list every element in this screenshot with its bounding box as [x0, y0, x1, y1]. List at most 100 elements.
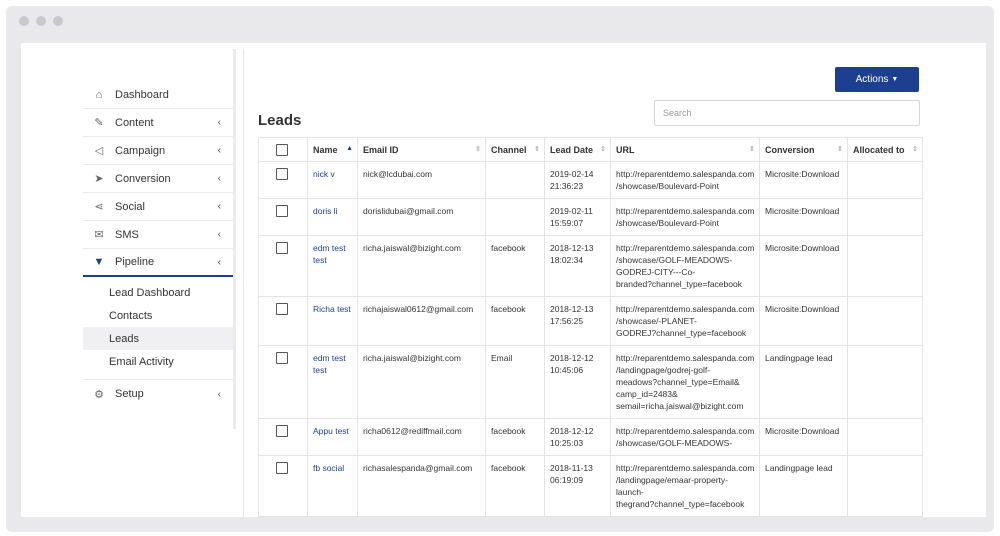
- lead-url-line: /showcase/Boulevard-Point: [616, 181, 720, 191]
- sidebar-item-label: Campaign: [115, 144, 166, 157]
- lead-date-line: 21:36:23: [550, 181, 584, 191]
- column-label: Email ID: [363, 144, 399, 155]
- lead-url-line: thegrand?channel_type=facebook: [616, 499, 745, 509]
- sidebar-subitem-lead-dashboard[interactable]: Lead Dashboard: [83, 281, 233, 304]
- lead-email: richa.jaiswal@bizight.com: [357, 235, 486, 297]
- leads-table: Name ▲ Email ID ⇕ Channel ⇕ Lead Date ⇕ URL ⇕…: [258, 137, 923, 517]
- lead-date: 2018-12-13 18:02:34: [544, 235, 611, 297]
- chevron-left-icon: ‹: [217, 173, 221, 184]
- caret-down-icon: ▼: [891, 76, 899, 83]
- column-header-channel[interactable]: Channel ⇕: [485, 137, 545, 162]
- lead-name-link[interactable]: doris li: [307, 198, 358, 236]
- sidebar-item-conversion[interactable]: ➤ Conversion ‹: [83, 165, 233, 193]
- table-row[interactable]: fb social richasalespanda@gmail.com facebo…: [258, 455, 923, 517]
- sidebar-item-setup[interactable]: ⚙ Setup ‹: [83, 380, 233, 408]
- lead-date-line: 10:25:03: [550, 438, 584, 448]
- sidebar-subitem-contacts[interactable]: Contacts: [83, 304, 233, 327]
- sidebar-divider: [233, 49, 236, 429]
- lead-name-link[interactable]: Appu test: [307, 418, 358, 456]
- table-row[interactable]: nick v nick@lcdubai.com 2019-02-14 21:36:23…: [258, 161, 923, 199]
- sidebar-item-label: Setup: [115, 388, 144, 400]
- table-row[interactable]: edm test test richa.jaiswal@bizight.com Em…: [258, 345, 923, 419]
- lead-url-line: /landingpage/emaar-property-: [616, 475, 728, 485]
- row-checkbox[interactable]: [276, 205, 288, 217]
- table-row[interactable]: twittertest@gmail.comtwitter0000-00-00ht…: [258, 516, 923, 517]
- select-all-checkbox[interactable]: [276, 143, 288, 156]
- column-header-allocated[interactable]: Allocated to ⇕: [847, 137, 923, 162]
- search-input[interactable]: [654, 100, 920, 126]
- edit-icon: ✎: [94, 117, 104, 129]
- sidebar-item-sms[interactable]: ✉ SMS ‹: [83, 221, 233, 249]
- table-row[interactable]: Richa test richajaiswal0612@gmail.com face…: [258, 296, 923, 346]
- sidebar-item-content[interactable]: ✎ Content ‹: [83, 109, 233, 137]
- lead-conversion: Microsite:Download: [759, 161, 848, 199]
- row-checkbox[interactable]: [276, 462, 288, 474]
- lead-name-link[interactable]: twitter: [307, 516, 358, 517]
- lead-channel: Email: [485, 345, 545, 419]
- table-row[interactable]: edm test test richa.jaiswal@bizight.com fa…: [258, 235, 923, 297]
- row-checkbox[interactable]: [276, 425, 288, 437]
- column-header-email[interactable]: Email ID ⇕: [357, 137, 486, 162]
- window-controls: [19, 16, 63, 26]
- column-header-lead-date[interactable]: Lead Date ⇕: [544, 137, 611, 162]
- sidebar-subitem-email-activity[interactable]: Email Activity: [83, 350, 233, 373]
- sidebar-item-pipeline[interactable]: ▼ Pipeline ‹: [83, 249, 233, 277]
- lead-url: http://reparentdemo.salespanda.com/landi…: [610, 345, 760, 419]
- lead-name-link[interactable]: edm test test: [307, 235, 358, 297]
- lead-url-line: http://reparentdemo.salespanda.com: [616, 206, 754, 216]
- lead-conversion: Microsite:Download: [759, 296, 848, 346]
- table-row[interactable]: doris li dorislidubai@gmail.com 2019-02-11…: [258, 198, 923, 236]
- sidebar-subitem-leads[interactable]: Leads: [83, 327, 233, 350]
- lead-date: 2018-12-13 17:56:25: [544, 296, 611, 346]
- lead-url-line: /showcase/GOLF-MEADOWS-: [616, 438, 733, 448]
- lead-date: 2018-11-13 06:19:09: [544, 455, 611, 517]
- column-header-url[interactable]: URL ⇕: [610, 137, 760, 162]
- lead-url-line: meadows?channel_type=Email&: [616, 377, 740, 387]
- row-checkbox[interactable]: [276, 242, 288, 254]
- sidebar-item-social[interactable]: ⋖ Social ‹: [83, 193, 233, 221]
- select-all-header: [258, 137, 308, 162]
- row-checkbox[interactable]: [276, 303, 288, 315]
- row-checkbox[interactable]: [276, 352, 288, 364]
- table-row[interactable]: Appu test richa0612@rediffmail.com faceboo…: [258, 418, 923, 456]
- sort-icon: ⇕: [912, 146, 918, 153]
- sort-icon: ⇕: [534, 146, 540, 153]
- lead-channel: facebook: [485, 418, 545, 456]
- lead-name-link[interactable]: fb social: [307, 455, 358, 517]
- sidebar-item-campaign[interactable]: ◁ Campaign ‹: [83, 137, 233, 165]
- actions-button[interactable]: Actions ▼: [835, 67, 919, 92]
- lead-date-line: 10:45:06: [550, 365, 584, 375]
- lead-name-link[interactable]: Richa test: [307, 296, 358, 346]
- sidebar-item-label: Social: [115, 200, 145, 213]
- pipeline-submenu: Lead Dashboard Contacts Leads Email Acti…: [83, 277, 233, 380]
- megaphone-icon: ◁: [94, 145, 104, 157]
- lead-url-line: camp_id=2483&: [616, 389, 678, 399]
- row-select-cell: [258, 296, 308, 346]
- sidebar-item-label: Pipeline: [115, 256, 155, 268]
- row-checkbox[interactable]: [276, 168, 288, 180]
- lead-name-link[interactable]: nick v: [307, 161, 358, 199]
- table-header-row: Name ▲ Email ID ⇕ Channel ⇕ Lead Date ⇕ URL ⇕…: [258, 137, 923, 162]
- sidebar-item-label: SMS: [115, 228, 139, 241]
- column-label: URL: [616, 144, 635, 155]
- chevron-left-icon: ‹: [217, 201, 221, 212]
- lead-url-line: launch-: [616, 487, 644, 497]
- lead-allocated-to: [847, 455, 923, 517]
- lead-date-line: 2018-12-12: [550, 353, 594, 363]
- lead-date: 2019-02-11 15:59:07: [544, 198, 611, 236]
- chevron-left-icon: ‹: [217, 229, 221, 240]
- lead-allocated-to: [847, 235, 923, 297]
- column-header-conversion[interactable]: Conversion ⇕: [759, 137, 848, 162]
- lead-channel: [485, 161, 545, 199]
- lead-url-line: http://reparentdemo.salespanda.com: [616, 353, 754, 363]
- lead-email: richa0612@rediffmail.com: [357, 418, 486, 456]
- lead-name-link[interactable]: edm test test: [307, 345, 358, 419]
- sidebar-item-dashboard[interactable]: ⌂ Dashboard: [83, 81, 233, 109]
- lead-email: richajaiswal0612@gmail.com: [357, 296, 486, 346]
- lead-url-line: /showcase/Boulevard-Point: [616, 218, 720, 228]
- column-header-name[interactable]: Name ▲: [307, 137, 358, 162]
- lead-url-line: GODREJ-CITY---Co-: [616, 267, 696, 277]
- column-label: Allocated to: [853, 144, 905, 155]
- row-select-cell: [258, 235, 308, 297]
- lead-url: http://reparentdemo.salespanda.com/showc…: [610, 296, 760, 346]
